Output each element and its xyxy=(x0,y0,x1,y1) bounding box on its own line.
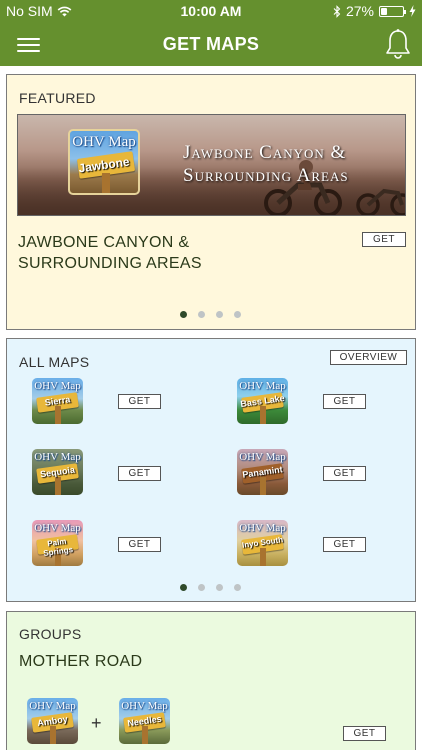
all-maps-title: ALL MAPS xyxy=(19,354,90,370)
panamint-get-button[interactable]: GET xyxy=(323,466,366,481)
charging-bolt-icon xyxy=(409,5,416,17)
pager-dot[interactable] xyxy=(198,584,205,591)
inyo-south-get-button[interactable]: GET xyxy=(323,537,366,552)
jawbone-map-icon: OHV Map Jawbone xyxy=(68,129,140,195)
plus-symbol: + xyxy=(91,713,102,733)
group-name: MOTHER ROAD xyxy=(19,653,143,670)
banner-caption: Jawbone Canyon & Surrounding Areas xyxy=(183,142,349,186)
amboy-map-icon[interactable]: OHV Map Amboy xyxy=(27,698,78,744)
sequoia-map-icon[interactable]: OHV Map Sequoia xyxy=(32,449,83,495)
panamint-map-icon[interactable]: OHV Map Panamint xyxy=(237,449,288,495)
groups-section: GROUPS MOTHER ROAD OHV Map Amboy + OHV M… xyxy=(6,611,416,750)
pager-dot[interactable] xyxy=(216,311,223,318)
needles-map-icon[interactable]: OHV Map Needles xyxy=(119,698,170,744)
battery-percent: 27% xyxy=(345,3,374,19)
battery-fill xyxy=(381,7,387,15)
featured-pager[interactable] xyxy=(180,311,241,318)
bass-lake-get-button[interactable]: GET xyxy=(323,394,366,409)
bluetooth-icon xyxy=(333,4,341,18)
sequoia-get-button[interactable]: GET xyxy=(118,466,161,481)
pager-dot[interactable] xyxy=(234,311,241,318)
all-maps-pager[interactable] xyxy=(180,584,241,591)
all-maps-section: ALL MAPS OVERVIEW OHV Map Sierra GET OHV… xyxy=(6,338,416,602)
bell-icon[interactable] xyxy=(384,28,412,60)
nav-bar: GET MAPS xyxy=(0,22,422,66)
status-bar: No SIM 10:00 AM 27% xyxy=(0,0,422,22)
featured-get-button[interactable]: GET xyxy=(362,232,406,247)
sierra-get-button[interactable]: GET xyxy=(118,394,161,409)
featured-map-name: JAWBONE CANYON & SURROUNDING AREAS xyxy=(18,234,202,272)
pager-dot[interactable] xyxy=(180,584,187,591)
pager-dot[interactable] xyxy=(180,311,187,318)
featured-title: FEATURED xyxy=(19,90,96,106)
status-right: 27% xyxy=(333,3,416,19)
sierra-map-icon[interactable]: OHV Map Sierra xyxy=(32,378,83,424)
featured-banner[interactable]: OHV Map Jawbone Jawbone Canyon & Surroun… xyxy=(17,114,406,216)
pager-dot[interactable] xyxy=(198,311,205,318)
inyo-south-map-icon[interactable]: OHV Map Inyo South xyxy=(237,520,288,566)
palm-springs-map-icon[interactable]: OHV Map Palm Springs xyxy=(32,520,83,566)
palm-springs-get-button[interactable]: GET xyxy=(118,537,161,552)
groups-title: GROUPS xyxy=(19,626,82,642)
featured-section: FEATURED OHV Map Jawbone Jawbone Canyon … xyxy=(6,74,416,330)
overview-button[interactable]: OVERVIEW xyxy=(330,350,407,365)
bass-lake-map-icon[interactable]: OHV Map Bass Lake xyxy=(237,378,288,424)
group-get-button[interactable]: GET xyxy=(343,726,386,741)
pager-dot[interactable] xyxy=(216,584,223,591)
battery-icon xyxy=(379,5,406,17)
page-title: GET MAPS xyxy=(162,34,260,54)
pager-dot[interactable] xyxy=(234,584,241,591)
